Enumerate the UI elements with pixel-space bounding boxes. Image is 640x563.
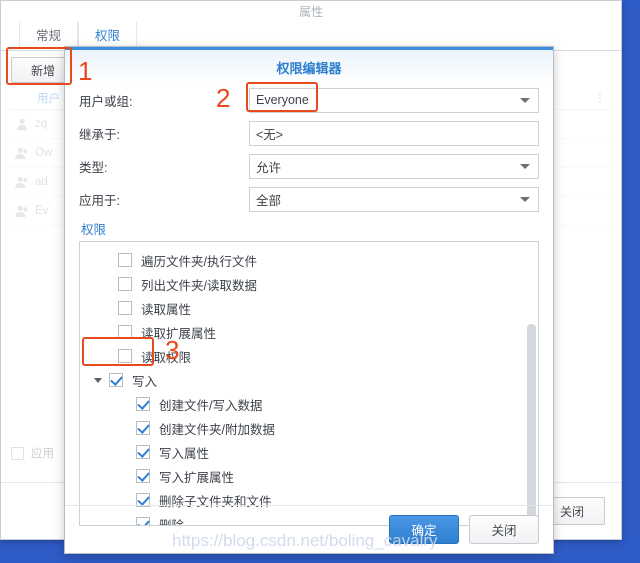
row-user-name: zq (35, 118, 48, 130)
field-row-user-or-group: 用户或组: Everyone (79, 86, 539, 114)
chevron-down-icon[interactable] (520, 164, 530, 169)
row-user-name: ad (35, 176, 48, 188)
dialog-header: 权限编辑器 (65, 50, 553, 84)
permission-editor-dialog: 权限编辑器 用户或组: Everyone 继承于: <无> 类型: 允许 应用于… (64, 46, 554, 554)
applies-to-value: 全部 (256, 193, 282, 208)
permission-label: 创建文件/写入数据 (159, 398, 263, 413)
permission-label: 写入属性 (159, 446, 210, 461)
type-value: 允许 (256, 160, 282, 175)
dialog-title: 权限编辑器 (276, 60, 342, 76)
group-icon (15, 147, 28, 160)
permission-item[interactable]: 读取属性 (80, 296, 538, 320)
permission-label: 写入 (132, 374, 158, 389)
permission-item[interactable]: 创建文件/写入数据 (80, 392, 538, 416)
permission-item-write[interactable]: 写入 (80, 368, 538, 392)
permission-checkbox[interactable] (118, 325, 132, 339)
permission-label: 列出文件夹/读取数据 (141, 278, 257, 293)
dialog-body: 用户或组: Everyone 继承于: <无> 类型: 允许 应用于: 全部 权… (65, 84, 553, 526)
user-icon (16, 118, 28, 131)
permission-checkbox[interactable] (118, 349, 132, 363)
permission-item[interactable]: 遍历文件夹/执行文件 (80, 248, 538, 272)
permission-label: 写入扩展属性 (159, 470, 235, 485)
row-user-name: Ow (35, 147, 53, 159)
permissions-scrollbar-thumb[interactable] (527, 324, 536, 524)
permission-label: 读取扩展属性 (141, 326, 217, 341)
group-icon (15, 205, 28, 218)
type-select[interactable]: 允许 (249, 153, 539, 179)
label-applies-to: 应用于: (79, 193, 120, 208)
permission-checkbox[interactable] (118, 301, 132, 315)
inherited-from-value: <无> (256, 127, 284, 142)
vertical-dots-icon[interactable]: ⋮ (589, 91, 611, 105)
permission-checkbox[interactable] (136, 421, 150, 435)
permission-label: 创建文件夹/附加数据 (159, 422, 275, 437)
label-type: 类型: (79, 160, 108, 175)
permission-checkbox[interactable] (118, 277, 132, 291)
permission-item[interactable]: 读取权限 (80, 344, 538, 368)
applies-to-select[interactable]: 全部 (249, 186, 539, 212)
permissions-list[interactable]: 遍历文件夹/执行文件 列出文件夹/读取数据 读取属性 读取扩展属性 读取权限 写… (79, 241, 539, 526)
row-user-name: Ev (35, 205, 49, 217)
user-or-group-select[interactable]: Everyone (249, 87, 539, 113)
inherited-from-field[interactable]: <无> (249, 120, 539, 146)
permission-item[interactable]: 写入扩展属性 (80, 464, 538, 488)
permission-item[interactable]: 读取扩展属性 (80, 320, 538, 344)
apply-checkbox[interactable] (11, 446, 24, 460)
chevron-down-icon[interactable] (520, 197, 530, 202)
ok-button[interactable]: 确定 (389, 515, 459, 544)
permission-item[interactable]: 创建文件夹/附加数据 (80, 416, 538, 440)
permission-checkbox[interactable] (136, 397, 150, 411)
permission-checkbox[interactable] (136, 469, 150, 483)
user-or-group-value: Everyone (256, 93, 309, 107)
dialog-footer: 确定 关闭 (65, 505, 553, 553)
permission-label: 读取权限 (141, 350, 192, 365)
permission-item[interactable]: 列出文件夹/读取数据 (80, 272, 538, 296)
permission-item[interactable]: 写入属性 (80, 440, 538, 464)
label-inherited-from: 继承于: (79, 127, 120, 142)
permissions-section-label: 权限 (81, 223, 107, 237)
field-row-inherited-from: 继承于: <无> (79, 119, 539, 147)
window-title: 属性 (1, 1, 621, 23)
chevron-down-icon[interactable] (520, 98, 530, 103)
apply-checkbox-row[interactable]: 应用 (11, 445, 54, 461)
permission-checkbox[interactable] (118, 253, 132, 267)
label-user-or-group: 用户或组: (79, 94, 133, 109)
field-row-type: 类型: 允许 (79, 152, 539, 180)
chevron-down-icon[interactable] (94, 377, 102, 383)
permission-checkbox[interactable] (136, 445, 150, 459)
dialog-close-button[interactable]: 关闭 (469, 515, 539, 544)
field-row-applies-to: 应用于: 全部 (79, 185, 539, 213)
permission-checkbox[interactable] (109, 373, 123, 387)
apply-checkbox-label: 应用 (31, 448, 54, 460)
group-icon (15, 176, 28, 189)
permission-label: 遍历文件夹/执行文件 (141, 254, 257, 269)
permission-label: 读取属性 (141, 302, 192, 317)
